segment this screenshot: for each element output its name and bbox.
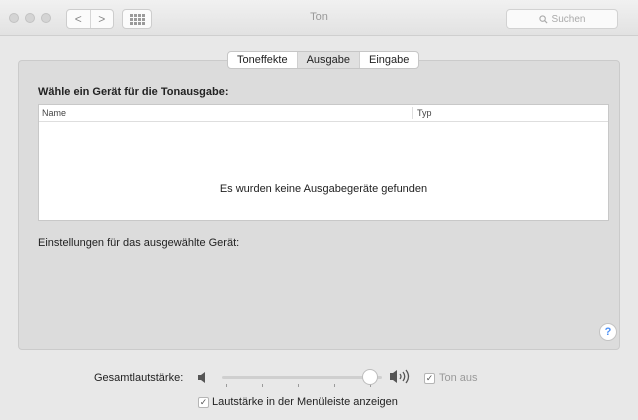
volume-slider[interactable] [222, 368, 382, 388]
search-field[interactable]: Suchen [506, 9, 618, 29]
output-device-table[interactable]: Name Typ Es wurden keine Ausgabegeräte g… [38, 104, 609, 221]
slider-tick [298, 384, 299, 387]
mute-checkbox[interactable]: ✓ [424, 373, 435, 384]
column-header-name[interactable]: Name [42, 108, 66, 118]
show-in-menubar-label: Lautstärke in der Menüleiste anzeigen [212, 396, 398, 408]
title-bar: < > Ton Suchen [0, 0, 638, 36]
speaker-low-icon [198, 372, 205, 383]
help-icon: ? [604, 326, 612, 338]
tab-toneffekte[interactable]: Toneffekte [228, 52, 297, 68]
checkmark-icon: ✓ [425, 373, 434, 383]
speaker-high-icon [390, 369, 410, 384]
show-in-menubar-checkbox[interactable]: ✓ [198, 397, 209, 408]
table-header: Name Typ [39, 105, 608, 122]
slider-tick [334, 384, 335, 387]
help-button[interactable]: ? [599, 323, 617, 341]
column-header-type[interactable]: Typ [416, 108, 432, 118]
device-settings-label: Einstellungen für das ausgewählte Gerät: [38, 237, 240, 249]
tab-ausgabe[interactable]: Ausgabe [296, 52, 359, 68]
mute-label: Ton aus [439, 372, 478, 384]
search-placeholder: Suchen [551, 13, 586, 25]
column-divider [412, 107, 413, 119]
slider-knob[interactable] [362, 369, 378, 385]
slider-tick [226, 384, 227, 387]
checkmark-icon: ✓ [199, 397, 208, 407]
output-device-heading: Wähle ein Gerät für die Tonausgabe: [38, 86, 229, 98]
tab-eingabe[interactable]: Eingabe [359, 52, 418, 68]
slider-tick [262, 384, 263, 387]
empty-table-message: Es wurden keine Ausgabegeräte gefunden [219, 183, 428, 195]
volume-label: Gesamtlautstärke: [94, 372, 184, 384]
slider-track [222, 376, 382, 379]
search-icon [538, 14, 548, 24]
tab-bar: Toneffekte Ausgabe Eingabe [227, 51, 420, 69]
